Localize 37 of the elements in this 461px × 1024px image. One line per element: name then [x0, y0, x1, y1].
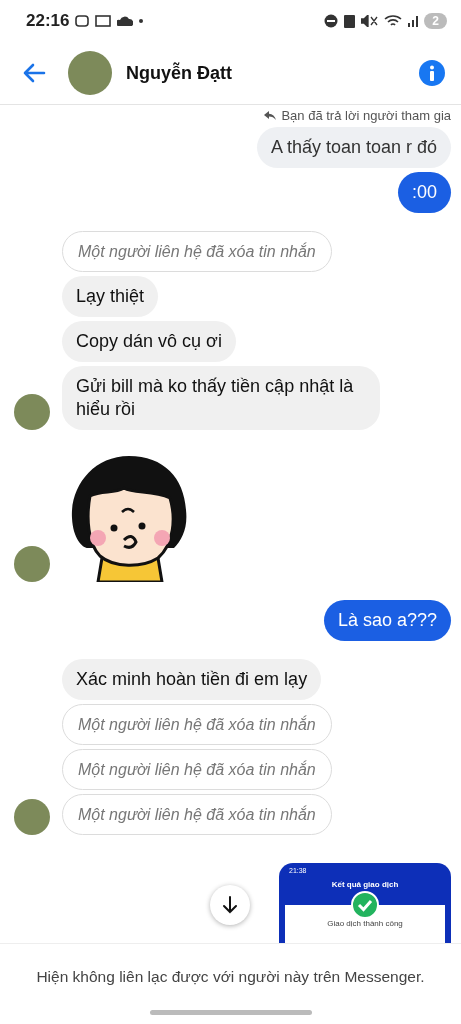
received-message: Gửi bill mà ko thấy tiền cập nhật là hiểu rồi: [62, 366, 380, 430]
deleted-message: Một người liên hệ đã xóa tin nhắn: [62, 704, 332, 745]
avatar-photo[interactable]: [14, 394, 50, 430]
contact-name[interactable]: Nguyễn Đạtt: [126, 62, 232, 84]
dot-icon: [139, 19, 144, 23]
quoted-message: A thấy toan toan r đó: [256, 127, 451, 168]
unavailable-notice: Hiện không liên lạc được với người này trên Messenger.: [36, 968, 425, 986]
screenshot-icon: [75, 15, 90, 27]
back-arrow-icon[interactable]: [22, 63, 46, 83]
window-icon: [95, 15, 112, 27]
status-time: 22:16: [26, 11, 70, 31]
cloud-icon: [117, 16, 134, 26]
sent-message: :00: [397, 172, 451, 213]
deleted-message: Một người liên hệ đã xóa tin nhắn: [62, 231, 332, 272]
do-not-disturb-icon: [324, 14, 339, 28]
signal-icon: [408, 15, 419, 27]
deleted-message: Một người liên hệ đã xóa tin nhắn: [62, 794, 332, 835]
reply-note: Bạn đã trả lời người tham gia: [264, 105, 451, 123]
down-arrow-icon: [222, 896, 238, 914]
reply-icon: [264, 111, 277, 120]
wifi-icon: [384, 15, 403, 27]
check-circle-icon: [351, 891, 379, 919]
sent-message: Là sao a???: [323, 600, 451, 641]
thumbnail-caption: Giao dịch thành công: [327, 919, 403, 930]
received-message: Lạy thiệt: [62, 276, 159, 317]
sim-icon: [344, 14, 356, 28]
thumbnail-title: Kết quả giao dịch: [331, 880, 399, 889]
deleted-message: Một người liên hệ đã xóa tin nhắn: [62, 749, 332, 790]
avatar-photo[interactable]: [14, 546, 50, 582]
scroll-down-button[interactable]: [210, 885, 250, 925]
avatar-photo[interactable]: [14, 799, 50, 835]
info-icon[interactable]: [419, 60, 445, 86]
received-message: Copy dán vô cụ ơi: [62, 321, 236, 362]
mute-icon: [361, 15, 379, 27]
battery-icon: 2: [424, 13, 447, 29]
received-message: Xác minh hoàn tiền đi em lạy: [62, 659, 322, 700]
avatar-photo[interactable]: [68, 51, 112, 95]
